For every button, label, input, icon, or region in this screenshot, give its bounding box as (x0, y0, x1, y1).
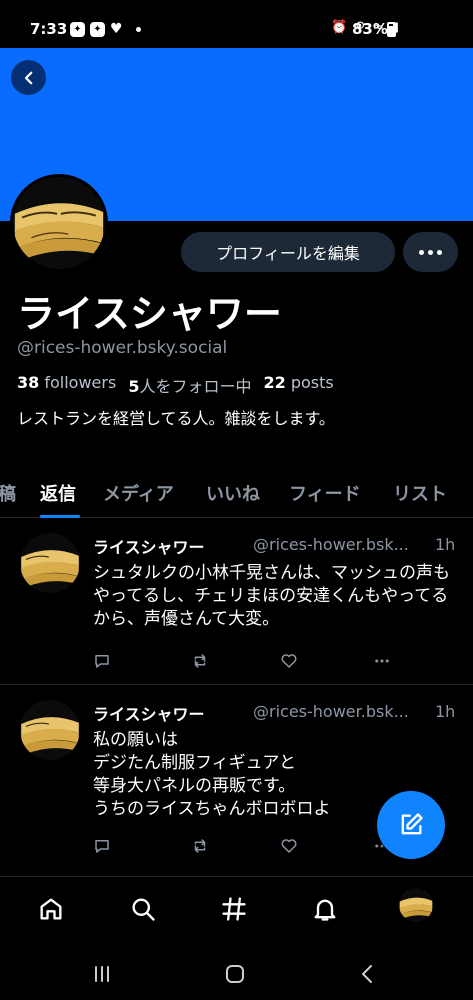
post-author-name[interactable]: ライスシャワー (93, 534, 205, 558)
post-actions (93, 837, 403, 857)
nav-profile[interactable] (399, 888, 433, 922)
nav-home[interactable] (31, 889, 71, 929)
reply-icon[interactable] (93, 652, 111, 670)
battery-icon (387, 22, 396, 37)
profile-avatar[interactable] (10, 174, 108, 272)
back-arrow-icon (24, 71, 32, 84)
tab-replies[interactable]: 返信 (40, 480, 76, 506)
heart-status-icon: ♥ (110, 21, 123, 37)
status-bar: 7:33 ✦ ✦ ♥ ⏰ ⚲ ≈ ▮ 83% (0, 0, 473, 48)
post-author-handle[interactable]: @rices-hower.bsk... (253, 535, 425, 554)
alarm-icon: ⏰ (331, 20, 348, 35)
battery-percent: 83% (352, 20, 388, 38)
post-timestamp[interactable]: 1h (435, 535, 455, 554)
repost-icon[interactable] (191, 837, 209, 855)
post-author-handle[interactable]: @rices-hower.bsk... (253, 702, 425, 721)
post-avatar[interactable] (20, 700, 80, 760)
banana-avatar-image (399, 888, 433, 922)
profile-stats: 38 followers 5人をフォロー中 22 posts (17, 373, 334, 397)
tab-media[interactable]: メディア (103, 480, 174, 506)
profile-display-name: ライスシャワー (17, 292, 282, 336)
home-button-icon[interactable] (223, 962, 247, 986)
tab-lists[interactable]: リスト (393, 480, 447, 506)
back-button[interactable] (11, 60, 46, 95)
compose-button[interactable] (377, 791, 445, 859)
compose-icon (401, 813, 423, 835)
tab-likes[interactable]: いいね (206, 480, 260, 506)
search-icon (132, 898, 155, 921)
edit-profile-button[interactable]: プロフィールを編集 (181, 232, 395, 272)
tab-posts[interactable]: 稿 (0, 480, 16, 506)
following-stat[interactable]: 5人をフォロー中 (128, 373, 251, 397)
following-label: 人をフォロー中 (139, 377, 252, 396)
nav-search[interactable] (123, 889, 163, 929)
banana-avatar-image (20, 700, 80, 760)
repost-icon[interactable] (191, 652, 209, 670)
back-nav-icon[interactable] (356, 962, 380, 986)
profile-handle: @rices-hower.bsky.social (17, 338, 228, 358)
bottom-navigation (0, 876, 473, 946)
following-count: 5 (128, 377, 140, 396)
status-time: 7:33 (30, 20, 68, 38)
profile-bio: レストランを経営してる人。雑談をします。 (17, 409, 335, 428)
profile-more-button[interactable] (403, 232, 458, 272)
home-icon (40, 898, 62, 920)
more-notifications-dot (135, 26, 141, 32)
post-text: シュタルクの小林千晃さんは、マッシュの声もやってるし、チェリまほの安達くんもやっ… (93, 563, 450, 629)
notification-icons: ✦ ✦ ♥ (70, 21, 141, 37)
feed-post[interactable]: ライスシャワー @rices-hower.bsk... 1h シュタルクの小林千… (0, 518, 473, 685)
banana-avatar-image (20, 533, 80, 593)
profile-tabs: 稿 返信 メディア いいね フィード リスト (0, 475, 473, 518)
nav-notifications[interactable] (305, 889, 345, 929)
post-avatar[interactable] (20, 533, 80, 593)
followers-count: 38 (17, 373, 40, 392)
more-dot (437, 249, 442, 255)
system-navigation-bar (0, 946, 473, 1000)
posts-label: posts (290, 373, 334, 392)
post-author-name[interactable]: ライスシャワー (93, 701, 205, 725)
post-actions (93, 652, 403, 672)
hashtag-icon (222, 897, 246, 921)
reply-icon[interactable] (93, 837, 111, 855)
posts-count: 22 (263, 373, 286, 392)
heart-icon[interactable] (280, 652, 298, 670)
heart-icon[interactable] (280, 837, 298, 855)
butterfly-icon: ✦ (70, 21, 85, 37)
banana-avatar-image (13, 177, 105, 269)
bell-icon (314, 899, 336, 921)
followers-stat[interactable]: 38 followers (17, 373, 116, 397)
nav-feeds[interactable] (214, 889, 254, 929)
more-dots-icon (419, 249, 424, 255)
butterfly-icon: ✦ (90, 21, 105, 37)
more-dots-icon[interactable] (373, 652, 391, 670)
posts-stat: 22 posts (263, 373, 333, 397)
post-timestamp[interactable]: 1h (435, 702, 455, 721)
followers-label: followers (44, 373, 117, 392)
more-dot (428, 249, 433, 255)
tab-feeds[interactable]: フィード (289, 480, 361, 506)
recent-apps-icon[interactable] (90, 962, 114, 986)
